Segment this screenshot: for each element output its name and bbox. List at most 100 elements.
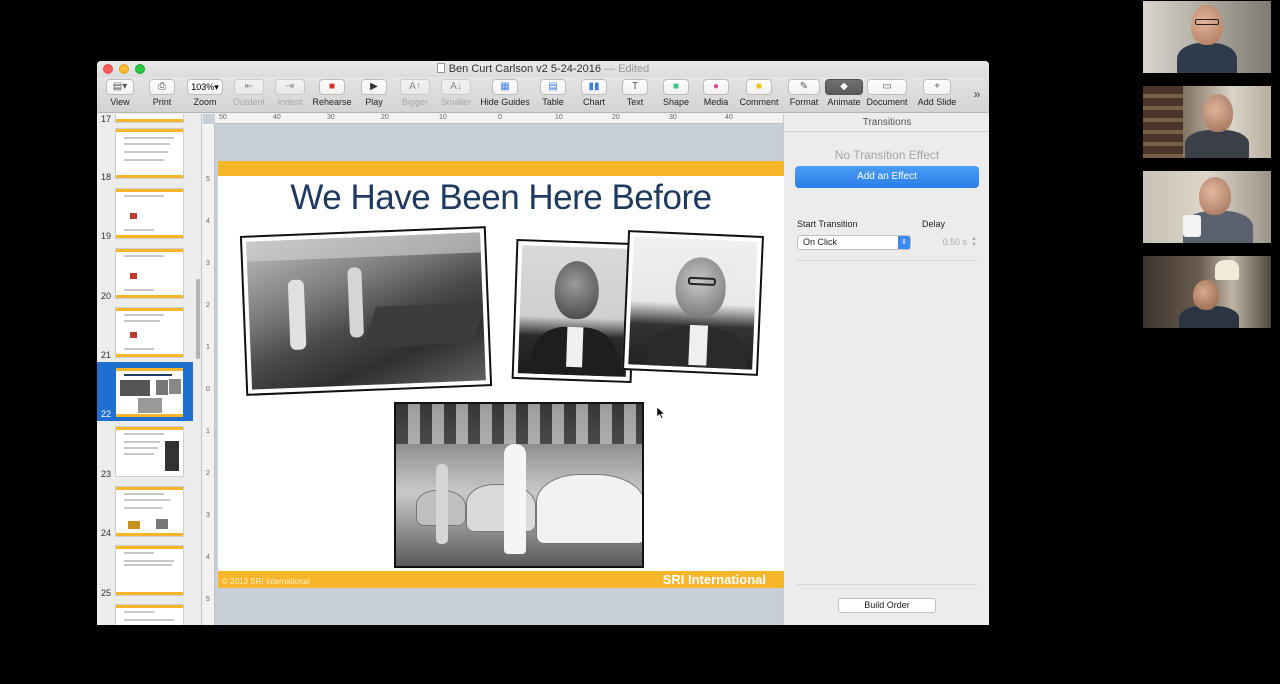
smaller-icon: A↓ [441,79,471,95]
factory-workers-photo[interactable] [239,226,493,396]
inspector-tab-transitions[interactable]: Transitions [784,114,989,132]
document-panel-icon: ▭ [867,79,907,95]
sri-logo: SRI International [662,572,766,587]
window-title: Ben Curt Carlson v2 5-24-2016 [448,63,601,75]
chevron-updown-icon: ⇕ [898,236,910,249]
toolbar-text[interactable]: T Text [621,79,649,113]
toolbar-bigger[interactable]: A↑ Bigger [399,79,431,113]
participant-head [1193,280,1219,310]
bigger-icon: A↑ [400,79,430,95]
toolbar-chart[interactable]: ▮▮ Chart [580,79,608,113]
zoom-select[interactable]: 103%▾ [187,79,223,95]
slide-thumbnail-17[interactable] [115,114,184,123]
toolbar-comment[interactable]: ■ Comment [738,79,780,113]
animate-inspector: Transitions No Transition Effect Add an … [783,114,989,625]
portrait-photo-1[interactable] [511,238,637,384]
slide-thumbnail-25[interactable] [115,545,184,596]
slide-bottom-band: © 2013 SRI International SRI Internation… [218,571,784,588]
slide-thumbnail-19[interactable] [115,188,184,239]
slide-thumbnail-26[interactable] [115,604,184,625]
participant-body [1185,130,1249,158]
close-window-button[interactable] [103,64,113,74]
slide-thumbnail-22[interactable] [115,367,184,418]
toolbar-rehearse[interactable]: ■ Rehearse [312,79,352,113]
slide-number: 17 [101,114,112,124]
indent-icon: ⇥ [275,79,305,95]
document-icon [436,63,445,73]
slide-number: 22 [101,409,112,419]
toolbar-print[interactable]: ⎙ Print [147,79,177,113]
participant-head [1191,5,1223,45]
slide-thumbnail-24[interactable] [115,486,184,537]
bookshelf [1143,86,1183,158]
participant-body [1177,43,1237,73]
toolbar-indent[interactable]: ⇥ Indent [273,79,307,113]
delay-stepper[interactable]: ▲ ▼ [971,236,977,248]
view-icon: ▤▾ [106,79,134,95]
no-transition-label: No Transition Effect [834,148,940,162]
toolbar-view[interactable]: ▤▾ View [105,79,135,113]
slide-thumbnail-20[interactable] [115,248,184,299]
outdent-icon: ⇤ [234,79,264,95]
slide-thumbnail-23[interactable] [115,426,184,477]
start-transition-label: Start Transition [797,219,858,229]
animate-icon: ◆ [825,79,863,95]
guides-icon: ▦ [492,79,518,95]
slide-number: 20 [101,291,112,301]
navigator-scrollbar[interactable] [196,279,200,359]
divider [797,584,977,585]
slide-number: 18 [101,172,112,182]
title-bar: Ben Curt Carlson v2 5-24-2016 — Edited [97,61,989,77]
slide-navigator: 17 18 19 20 21 22 23 24 25 [97,114,202,625]
participant-video-3[interactable] [1143,171,1271,243]
delay-field[interactable]: 0.50 s [922,235,970,250]
mouse-pointer-icon [657,407,665,419]
toolbar-format[interactable]: ✎ Format [787,79,821,113]
participant-head [1203,94,1233,132]
comment-icon: ■ [746,79,772,95]
slide-title[interactable]: We Have Been Here Before [218,178,784,218]
add-effect-button[interactable]: Add an Effect [795,166,979,188]
divider [797,260,977,261]
start-transition-select[interactable]: On Click ⇕ [797,235,911,250]
play-icon: ▶ [361,79,387,95]
toolbar-animate[interactable]: ◆ Animate [825,79,863,113]
participant-video-1[interactable] [1143,1,1271,73]
toolbar-play[interactable]: ▶ Play [360,79,388,113]
participant-head [1199,177,1231,215]
glasses-icon [1195,19,1219,25]
toolbar: ▤▾ View ⎙ Print 103%▾ Zoom ⇤ Outdent ⇥ I… [97,77,989,113]
portrait-photo-2[interactable] [622,230,764,376]
coffee-cup [1183,215,1201,237]
screen: Ben Curt Carlson v2 5-24-2016 — Edited ▤… [0,0,1280,684]
minimize-window-button[interactable] [119,64,129,74]
table-icon: ▤ [540,79,566,95]
chevron-double-right-icon: » [973,87,981,101]
slide-number: 23 [101,469,112,479]
toolbar-document[interactable]: ▭ Document [865,79,909,113]
edited-indicator[interactable]: — Edited [604,63,649,75]
slide-thumbnail-18[interactable] [115,128,184,179]
toolbar-zoom[interactable]: 103%▾ Zoom [187,79,223,113]
zoom-window-button[interactable] [135,64,145,74]
horizontal-ruler: 50 40 30 20 10 0 10 20 30 40 [215,114,783,124]
rehearse-icon: ■ [319,79,345,95]
toolbar-smaller[interactable]: A↓ Smaller [440,79,472,113]
slide-thumbnail-21[interactable] [115,307,184,358]
slide-copyright: © 2013 SRI International [222,577,310,586]
build-order-button[interactable]: Build Order [838,598,936,613]
toolbar-outdent[interactable]: ⇤ Outdent [231,79,267,113]
slide-22[interactable]: We Have Been Here Before © 2013 SRI Inte… [218,161,784,588]
participant-video-4[interactable] [1143,256,1271,328]
toolbar-media[interactable]: ● Media [701,79,731,113]
toolbar-hide-guides[interactable]: ▦ Hide Guides [479,79,531,113]
print-icon: ⎙ [149,79,175,95]
toolbar-add-slide[interactable]: + Add Slide [917,79,957,113]
assembly-line-photo[interactable] [394,402,644,568]
slide-number: 24 [101,528,112,538]
participant-video-2[interactable] [1143,86,1271,158]
text-icon: T [622,79,648,95]
toolbar-table[interactable]: ▤ Table [539,79,567,113]
toolbar-shape[interactable]: ■ Shape [661,79,691,113]
format-icon: ✎ [788,79,820,95]
